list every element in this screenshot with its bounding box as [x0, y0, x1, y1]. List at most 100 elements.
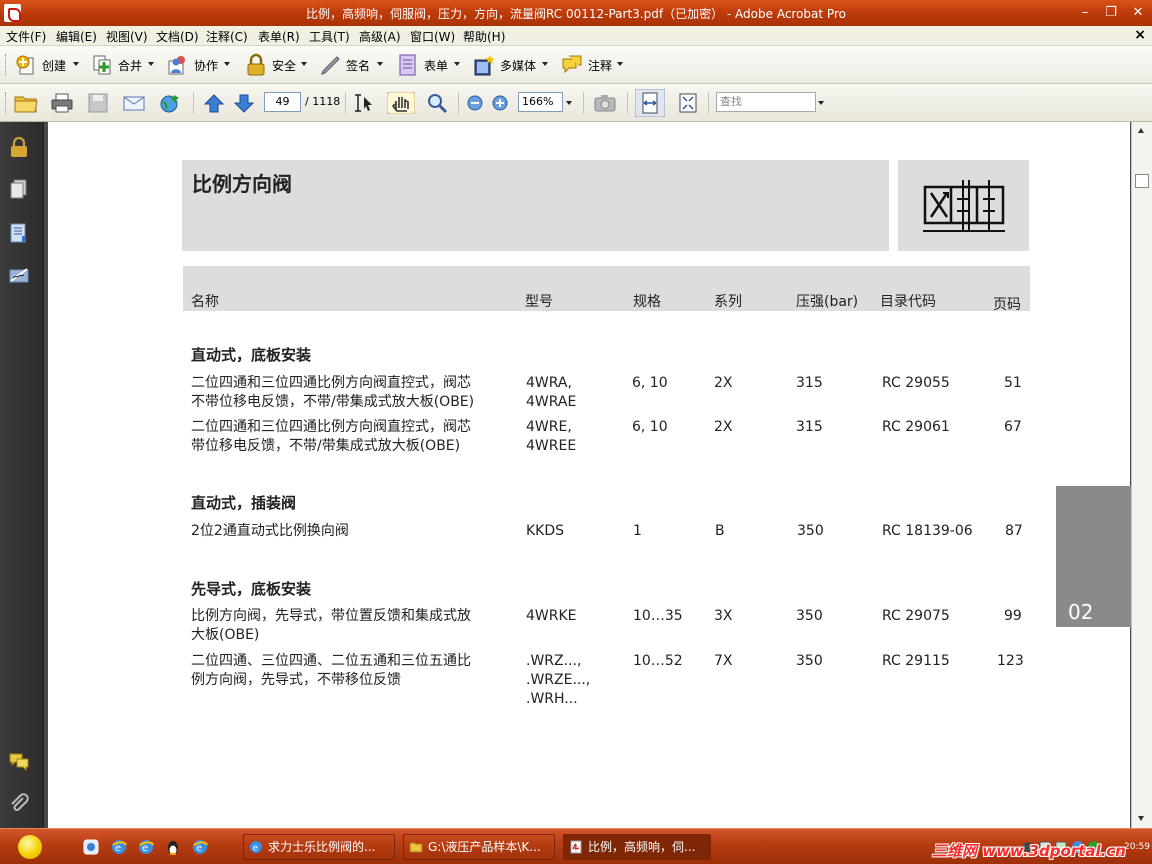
chevron-down-icon [224, 62, 230, 66]
menu-file[interactable]: 文件(F) [6, 28, 46, 45]
scroll-down-arrow[interactable] [1138, 816, 1144, 821]
snapshot-camera-icon[interactable] [593, 92, 617, 114]
create-label: 创建 [42, 59, 67, 73]
zoom-in-icon[interactable] [490, 92, 510, 114]
row-series: 2X [714, 419, 733, 435]
find-input[interactable]: 查找 [716, 92, 816, 112]
row-name-line: 例方向阀，先导式，不带移位反馈 [191, 672, 401, 688]
valve-symbol-icon [923, 180, 1005, 232]
scrollbar-thumb[interactable] [1135, 174, 1149, 188]
ie-icon[interactable]: e [137, 838, 155, 856]
row-name-line: 大板(OBE) [191, 627, 260, 643]
menu-forms[interactable]: 表单(R) [258, 28, 300, 45]
menu-tools[interactable]: 工具(T) [309, 28, 350, 45]
sign-button[interactable]: 签名 [318, 52, 386, 78]
vertical-scrollbar[interactable] [1131, 122, 1152, 828]
toolbar-separator [345, 92, 346, 114]
navigation-toolbar: 49 / 1118 166% 查找 [0, 84, 1152, 122]
chevron-down-icon [542, 62, 548, 66]
pages-icon[interactable] [8, 178, 30, 200]
taskbar-clock: 20:59 [1124, 842, 1150, 852]
open-folder-icon[interactable] [14, 92, 38, 114]
menu-advanced[interactable]: 高级(A) [359, 28, 401, 45]
taskbar-button-browser[interactable]: e 求力士乐比例阀的... [243, 834, 395, 860]
email-icon[interactable] [122, 92, 146, 114]
quicklaunch-program-icon[interactable] [82, 838, 100, 856]
row-series: 3X [714, 608, 733, 624]
row-page: 67 [1004, 419, 1022, 435]
row-series: 7X [714, 653, 733, 669]
zoom-level-input[interactable]: 166% [518, 92, 563, 112]
close-button[interactable]: ✕ [1127, 4, 1149, 22]
qq-penguin-icon[interactable] [164, 838, 182, 856]
previous-page-icon[interactable] [202, 92, 226, 114]
web-globe-icon[interactable] [158, 92, 182, 114]
ie-icon[interactable]: e [110, 838, 128, 856]
menu-view[interactable]: 视图(V) [106, 28, 148, 45]
taskbar-button-label: 求力士乐比例阀的... [268, 840, 376, 854]
comment-button[interactable]: 注释 [560, 52, 628, 78]
scroll-up-arrow[interactable] [1138, 128, 1144, 133]
bookmarks-icon[interactable] [8, 222, 30, 244]
toolbar-separator [583, 92, 584, 114]
menu-document[interactable]: 文档(D) [156, 28, 199, 45]
row-page: 87 [1005, 523, 1023, 539]
next-page-icon[interactable] [232, 92, 256, 114]
ie-icon: e [250, 841, 262, 854]
page-header-panel: 比例方向阀 [182, 160, 889, 251]
toolbar-separator [708, 92, 709, 114]
sign-label: 签名 [346, 59, 371, 73]
minimize-button[interactable]: – [1074, 4, 1096, 22]
menu-edit[interactable]: 编辑(E) [56, 28, 97, 45]
document-viewport[interactable]: 比例方向阀 名称 型号 规格 系列 压强(bar) 目录代码 页码 直动式，底板… [44, 122, 1135, 828]
attachments-paperclip-icon[interactable] [8, 792, 30, 814]
comment-icon [562, 55, 582, 74]
hand-tool-icon[interactable] [387, 92, 415, 114]
section-heading: 直动式，插装阀 [191, 494, 297, 512]
zoom-out-icon[interactable] [465, 92, 485, 114]
table-header: 名称 型号 规格 系列 压强(bar) 目录代码 页码 [183, 266, 1030, 313]
save-icon[interactable] [86, 92, 110, 114]
combine-label: 合并 [118, 59, 143, 73]
menu-window[interactable]: 窗口(W) [410, 28, 455, 45]
fit-width-icon[interactable] [635, 89, 665, 117]
security-lock-icon[interactable] [8, 136, 30, 158]
toolbar-grip[interactable] [5, 54, 8, 76]
combine-button[interactable]: 合并 [90, 52, 158, 78]
zoom-tool-icon[interactable] [425, 92, 449, 114]
collaborate-button[interactable]: 协作 [166, 52, 234, 78]
forms-button[interactable]: 表单 [396, 52, 464, 78]
row-pressure: 350 [797, 523, 824, 539]
menu-help[interactable]: 帮助(H) [463, 28, 505, 45]
svg-text:e: e [253, 844, 259, 854]
start-button[interactable] [18, 835, 42, 859]
toolbar-grip[interactable] [5, 92, 8, 114]
svg-text:e: e [196, 843, 202, 854]
security-button[interactable]: 安全 [244, 52, 312, 78]
comments-panel-icon[interactable] [8, 750, 30, 772]
select-text-icon[interactable] [353, 92, 377, 114]
fit-page-icon[interactable] [676, 92, 700, 114]
title-bar: 比例，高频响，伺服阀，压力，方向，流量阀RC 00112-Part3.pdf（已… [0, 0, 1152, 26]
taskbar-button-folder[interactable]: G:\液压产品样本\K... [403, 834, 555, 860]
zoom-dropdown-arrow[interactable] [566, 101, 572, 105]
find-dropdown-arrow[interactable] [818, 101, 824, 105]
taskbar-button-acrobat[interactable]: 比例，高频响，伺... [563, 834, 711, 860]
restore-button[interactable]: ❐ [1100, 4, 1122, 22]
close-document-button[interactable]: × [1134, 27, 1146, 43]
create-button[interactable]: 创建 [14, 52, 82, 78]
signatures-icon[interactable] [8, 265, 30, 287]
print-icon[interactable] [50, 92, 74, 114]
row-catalog-code: RC 29075 [882, 608, 950, 624]
row-name-line: 二位四通、三位四通、二位五通和三位五通比 [191, 653, 471, 669]
row-model-line: 4WRKE [526, 608, 577, 624]
tasks-toolbar: 创建 合并 协作 安全 签名 表单 多媒体 注释 [0, 46, 1152, 84]
menu-comments[interactable]: 注释(C) [206, 28, 248, 45]
ie-icon[interactable]: e [191, 838, 209, 856]
multimedia-button[interactable]: 多媒体 [472, 52, 552, 78]
forms-label: 表单 [424, 59, 449, 73]
page-number-input[interactable]: 49 [264, 92, 301, 112]
row-name-line: 2位2通直动式比例换向阀 [191, 523, 349, 539]
row-pressure: 350 [796, 653, 823, 669]
watermark-logo: 三维网 www.3dportal.cn [932, 842, 1126, 860]
